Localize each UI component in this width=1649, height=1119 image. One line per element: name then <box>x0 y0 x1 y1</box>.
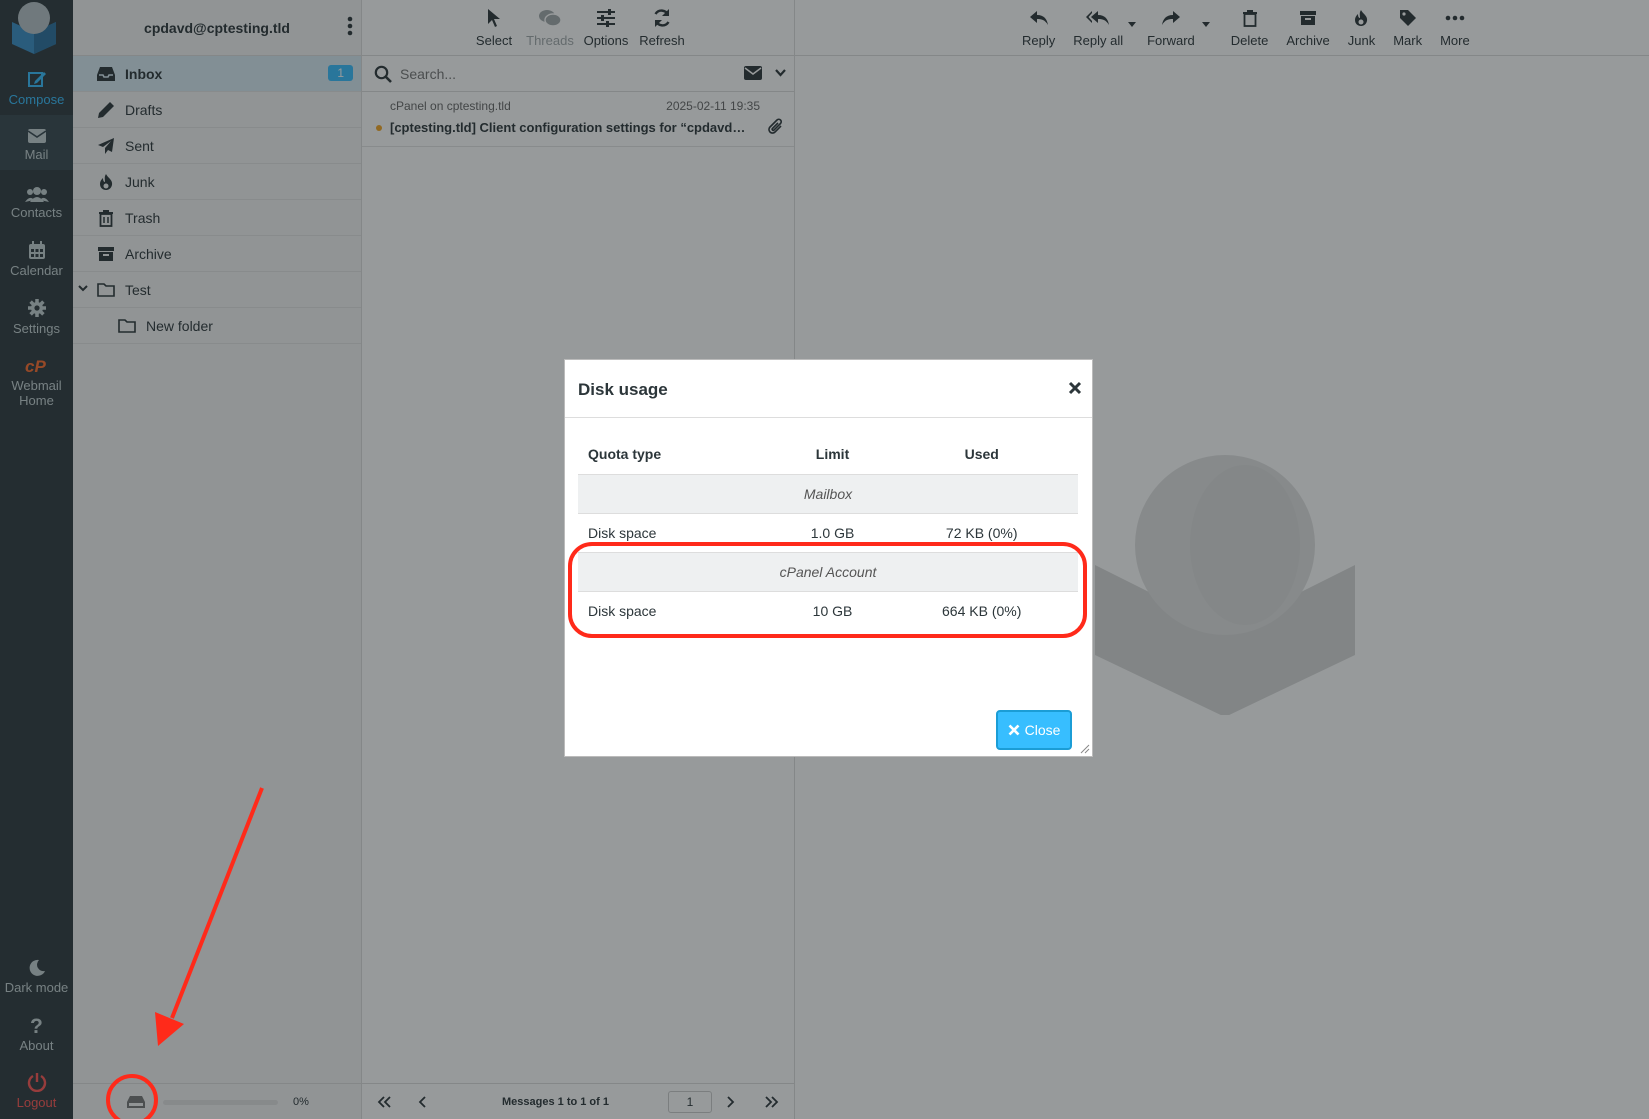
resize-grip-icon[interactable] <box>1080 744 1090 754</box>
close-icon <box>1008 724 1020 736</box>
close-icon <box>1068 381 1082 395</box>
limit-cell: 1.0 GB <box>810 524 855 541</box>
quota-table: Quota type Limit Used Mailbox Disk space… <box>578 434 1078 630</box>
group-row-mailbox: Mailbox <box>578 473 1078 514</box>
used-cell: 72 KB (0%) <box>945 524 1018 541</box>
close-button[interactable]: Close <box>996 710 1072 750</box>
column-header-quota-type: Quota type <box>588 445 662 462</box>
quota-type-cell: Disk space <box>588 524 657 541</box>
table-row: Disk space 1.0 GB 72 KB (0%) <box>578 513 1078 552</box>
dialog-close-button[interactable] <box>1068 381 1082 395</box>
quota-type-cell: Disk space <box>588 602 657 619</box>
close-button-label: Close <box>1024 722 1061 738</box>
dialog-title: Disk usage <box>578 380 668 399</box>
column-header-limit: Limit <box>815 445 850 462</box>
column-header-used: Used <box>964 445 999 462</box>
dialog-header: Disk usage <box>565 360 1092 418</box>
table-row: Disk space 10 GB 664 KB (0%) <box>578 591 1078 630</box>
disk-usage-dialog: Disk usage Quota type Limit Used Mailbox… <box>564 359 1093 757</box>
used-cell: 664 KB (0%) <box>942 602 1022 619</box>
group-row-cpanel-account: cPanel Account <box>578 551 1078 592</box>
limit-cell: 10 GB <box>812 602 853 619</box>
